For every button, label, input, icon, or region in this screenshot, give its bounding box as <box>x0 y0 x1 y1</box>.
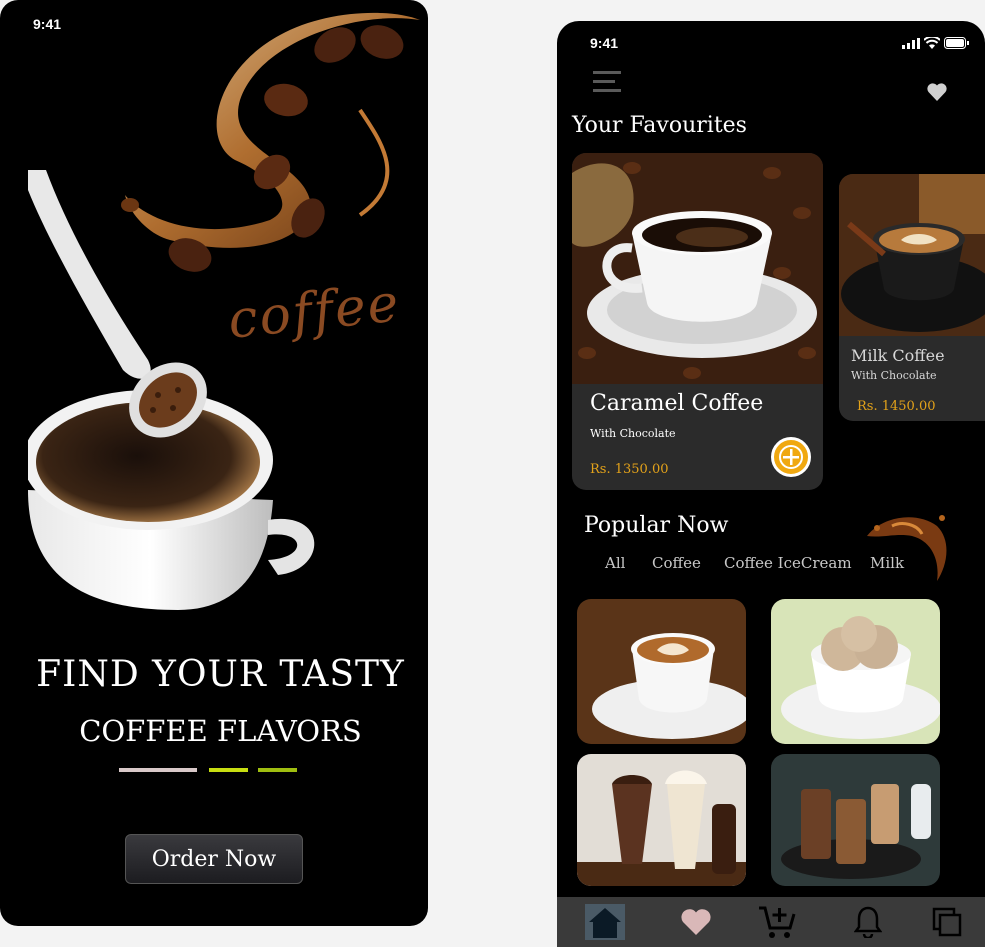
popular-item[interactable] <box>577 599 746 744</box>
status-time: 9:41 <box>33 16 62 32</box>
home-icon <box>585 904 625 940</box>
pager-dot-3[interactable] <box>258 768 297 772</box>
coffee-splash-decoration <box>867 515 947 581</box>
popular-item[interactable] <box>771 599 940 744</box>
nav-cart[interactable] <box>755 897 799 947</box>
home-screen: 9:41 Your Favourites Caramel Coffee With… <box>557 21 985 947</box>
popular-item[interactable] <box>577 754 746 886</box>
wifi-icon <box>924 37 940 49</box>
signal-icon <box>902 37 920 49</box>
pager-dot-1[interactable] <box>119 768 197 772</box>
battery-icon <box>944 37 969 49</box>
milk-coffee-image <box>839 174 985 336</box>
favourite-card[interactable]: Caramel Coffee With Chocolate Rs. 1350.0… <box>572 153 823 490</box>
status-time: 9:41 <box>590 35 619 51</box>
category-tab-coffee[interactable]: Coffee <box>652 554 701 572</box>
latte-image <box>577 599 746 744</box>
category-tab-coffee-icecream[interactable]: Coffee IceCream <box>724 554 852 572</box>
category-tab-all[interactable]: All <box>605 554 625 572</box>
heart-icon[interactable] <box>927 83 947 101</box>
favourite-card[interactable]: Milk Coffee With Chocolate Rs. 1450.00 <box>839 174 985 421</box>
iced-coffee-image <box>771 754 940 886</box>
nav-favourites[interactable] <box>679 897 713 947</box>
favourite-subtitle: With Chocolate <box>851 369 937 382</box>
headline-line-2: COFFEE FLAVORS <box>79 714 362 748</box>
heart-icon <box>681 909 711 935</box>
ice-cream-image <box>771 599 940 744</box>
bell-icon <box>854 906 882 938</box>
popular-item[interactable] <box>771 754 940 886</box>
favourites-title: Your Favourites <box>572 113 747 138</box>
copy-icon <box>932 907 962 937</box>
favourite-price: Rs. 1350.00 <box>590 462 669 477</box>
cart-add-icon <box>759 906 796 938</box>
favourite-name: Caramel Coffee <box>590 391 764 416</box>
favourite-price: Rs. 1450.00 <box>857 399 936 414</box>
onboarding-screen: 9:41 coffee FIND YOUR TASTY COFFEE FLAVO… <box>0 0 428 926</box>
plus-icon <box>779 445 803 469</box>
pager-dot-2[interactable] <box>209 768 248 772</box>
order-now-button[interactable]: Order Now <box>125 834 303 884</box>
category-tab-milk[interactable]: Milk <box>870 554 904 572</box>
add-to-cart-button[interactable] <box>771 437 811 477</box>
milkshake-image <box>577 754 746 886</box>
caramel-coffee-image <box>572 153 823 384</box>
favourite-name: Milk Coffee <box>851 346 945 365</box>
headline-line-1: FIND YOUR TASTY <box>36 654 405 695</box>
coffee-cup-illustration <box>28 170 315 610</box>
nav-home[interactable] <box>584 897 626 947</box>
favourite-subtitle: With Chocolate <box>590 427 676 440</box>
menu-icon[interactable] <box>593 69 621 93</box>
status-icons <box>902 37 969 49</box>
popular-title: Popular Now <box>584 513 729 538</box>
nav-notifications[interactable] <box>853 897 883 947</box>
nav-orders[interactable] <box>929 897 965 947</box>
bottom-navigation <box>557 897 985 947</box>
